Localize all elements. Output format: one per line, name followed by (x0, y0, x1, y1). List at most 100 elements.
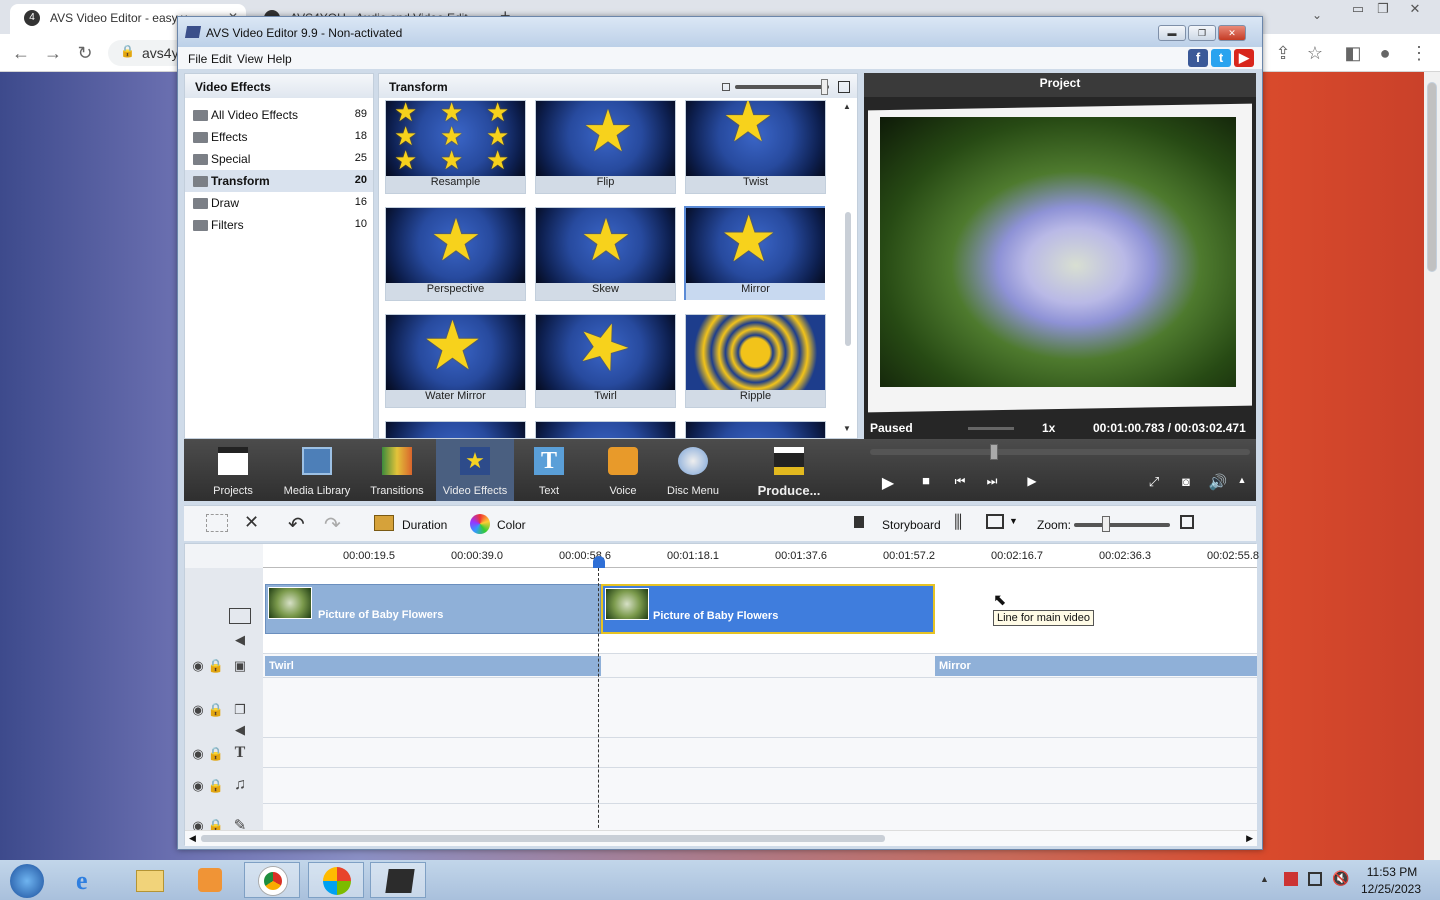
sidepanel-icon[interactable]: ◧ (1340, 40, 1366, 66)
select-icon[interactable] (206, 514, 228, 532)
volume-icon[interactable]: 🔊 (1206, 473, 1230, 491)
menu-help[interactable]: Help (267, 52, 292, 66)
forward-icon[interactable]: → (40, 40, 66, 66)
effect-clip-mirror[interactable]: Mirror (935, 656, 1257, 676)
timeline-hscrollbar[interactable]: ◀ ▶ (185, 830, 1257, 846)
effect-thumb-flip[interactable]: ★ Flip (535, 100, 676, 194)
category-effects[interactable]: Effects 18 (185, 126, 373, 148)
effect-thumb[interactable] (535, 421, 676, 438)
lock-icon[interactable]: 🔒 (207, 746, 225, 762)
twitter-icon[interactable]: t (1211, 49, 1231, 67)
clock-date[interactable]: 12/25/2023 (1358, 882, 1424, 896)
thumb-size-slider[interactable] (735, 85, 829, 89)
video-track[interactable]: Picture of Baby Flowers Picture of Baby … (263, 568, 1257, 654)
effect-thumb-skew[interactable]: ★ Skew (535, 207, 676, 301)
seek-knob[interactable] (990, 444, 998, 460)
visibility-eye-icon[interactable]: ◉ (189, 658, 207, 674)
tab-search-icon[interactable]: ⌄ (1312, 8, 1322, 22)
projects-button[interactable]: Projects (194, 439, 272, 501)
effect-thumb-ripple[interactable]: Ripple (685, 314, 826, 408)
avs-taskbar-icon[interactable] (370, 862, 426, 898)
back-icon[interactable]: ← (8, 40, 34, 66)
seek-bar[interactable] (870, 449, 1250, 455)
window-maximize-button[interactable]: ❐ (1188, 25, 1216, 41)
category-filters[interactable]: Filters 10 (185, 214, 373, 236)
start-button[interactable] (0, 862, 56, 898)
file-explorer-icon[interactable] (122, 862, 178, 898)
storyboard-button[interactable]: Storyboard (882, 518, 941, 532)
redo-icon[interactable]: ↷ (324, 512, 341, 537)
category-all-video-effects[interactable]: All Video Effects 89 (185, 104, 373, 126)
play-selection-icon[interactable]: ▶ (1020, 474, 1044, 488)
zoom-knob[interactable] (1102, 516, 1110, 532)
tray-expand-icon[interactable]: ▲ (1260, 874, 1269, 884)
snapshot-camera-icon[interactable]: ◙ (1174, 474, 1198, 489)
flag-alert-icon[interactable] (1284, 872, 1298, 886)
windows-app-taskbar-icon[interactable] (308, 862, 364, 898)
playhead-marker[interactable] (593, 556, 605, 568)
thumb-size-knob[interactable] (821, 79, 828, 95)
timeline-ruler[interactable]: 00:00:19.5 00:00:39.0 00:00:58.6 00:01:1… (263, 544, 1259, 568)
produce-button[interactable]: Produce... (750, 439, 828, 501)
window-close-button[interactable]: ✕ (1218, 25, 1246, 41)
lock-icon[interactable]: 🔒 (207, 658, 225, 674)
internet-explorer-icon[interactable]: e (62, 862, 118, 898)
play-icon[interactable]: ▶ (876, 473, 900, 493)
text-track[interactable] (263, 738, 1257, 768)
stop-icon[interactable]: ■ (914, 473, 938, 488)
media-player-icon[interactable] (182, 862, 238, 898)
undo-icon[interactable]: ↶ (288, 512, 305, 537)
text-button[interactable]: T Text (510, 439, 588, 501)
menu-edit[interactable]: Edit (211, 52, 232, 66)
delete-icon[interactable]: ✕ (244, 512, 259, 533)
lock-icon[interactable]: 🔒 (207, 702, 225, 718)
category-special[interactable]: Special 25 (185, 148, 373, 170)
preview-video-image[interactable] (880, 117, 1236, 387)
category-transform[interactable]: Transform 20 (185, 170, 373, 192)
overlay-track[interactable] (263, 678, 1257, 738)
audio-mixer-icon[interactable]: ⫼ (954, 512, 962, 533)
speed-slider[interactable] (968, 427, 1014, 430)
effects-track[interactable]: Twirl Mirror (263, 654, 1257, 678)
chrome-taskbar-icon[interactable] (244, 862, 300, 898)
media-library-button[interactable]: Media Library (278, 439, 356, 501)
category-draw[interactable]: Draw 16 (185, 192, 373, 214)
effect-thumb-resample[interactable]: ★ ★ ★ ★ ★ ★ ★ ★ ★ Resample (385, 100, 526, 194)
monitor-icon[interactable] (986, 514, 1004, 529)
lock-icon[interactable]: 🔒 (207, 778, 225, 794)
reload-icon[interactable]: ↻ (72, 40, 98, 66)
visibility-eye-icon[interactable]: ◉ (189, 778, 207, 794)
page-scrollbar[interactable] (1424, 72, 1440, 862)
dropdown-arrow-icon[interactable]: ▼ (1009, 516, 1018, 526)
previous-frame-icon[interactable]: ⏮ (948, 474, 972, 489)
window-minimize-button[interactable]: ▬ (1158, 25, 1186, 41)
effect-thumb[interactable] (685, 421, 826, 438)
transitions-button[interactable]: Transitions (358, 439, 436, 501)
speaker-muted-icon[interactable]: 🔇 (1332, 870, 1349, 887)
restore-icon[interactable]: ❐ (1368, 0, 1398, 18)
duration-button[interactable]: Duration (402, 518, 447, 532)
effect-clip-twirl[interactable]: Twirl (265, 656, 601, 676)
clock-time[interactable]: 11:53 PM (1362, 865, 1422, 879)
volume-arrow-icon[interactable]: ▲ (1230, 475, 1254, 485)
video-clip[interactable]: Picture of Baby Flowers (265, 584, 601, 634)
fullscreen-icon[interactable]: ⤢ (1142, 474, 1166, 490)
effects-scrollbar[interactable]: ▲ ▼ (841, 102, 855, 436)
visibility-eye-icon[interactable]: ◉ (189, 746, 207, 762)
visibility-eye-icon[interactable]: ◉ (189, 702, 207, 718)
small-thumbs-icon[interactable] (722, 83, 730, 91)
share-icon[interactable]: ⇪ (1270, 40, 1296, 66)
effect-thumb[interactable] (385, 421, 526, 438)
close-icon[interactable]: ✕ (1400, 0, 1430, 18)
effect-thumb-twist[interactable]: ★ Twist (685, 100, 826, 194)
zoom-slider[interactable] (1074, 523, 1170, 527)
video-effects-button[interactable]: ★ Video Effects (436, 439, 514, 501)
bookmark-star-icon[interactable]: ☆ (1302, 40, 1328, 66)
effect-thumb-water-mirror[interactable]: ★ Water Mirror (385, 314, 526, 408)
next-frame-icon[interactable]: ⏭ (980, 474, 1004, 489)
menu-view[interactable]: View (237, 52, 263, 66)
zoom-fit-icon[interactable] (1180, 515, 1194, 529)
menu-kebab-icon[interactable]: ⋮ (1406, 40, 1432, 66)
network-icon[interactable] (1308, 872, 1322, 886)
effect-thumb-perspective[interactable]: ★ Perspective (385, 207, 526, 301)
